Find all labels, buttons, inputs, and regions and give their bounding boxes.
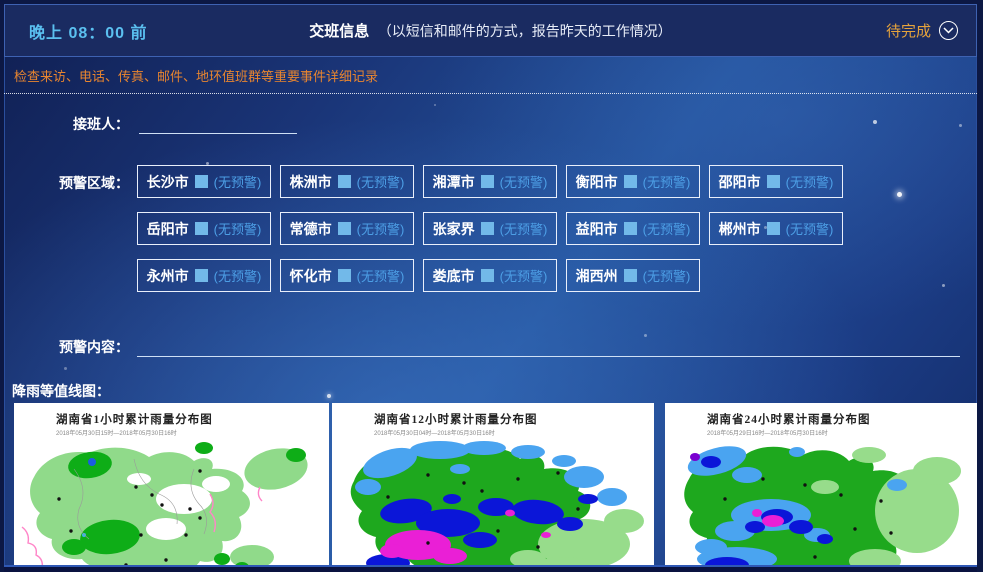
warning-content-label: 预警内容： — [4, 337, 129, 357]
city-name: 益阳市 — [576, 219, 618, 239]
header-title-group: 交班信息 （以短信和邮件的方式，报告昨天的工作情况） — [5, 20, 976, 41]
no-warning-label: (无预警) — [643, 172, 691, 191]
page-title: 交班信息 — [309, 23, 369, 40]
warning-area-label: 预警区域： — [4, 173, 129, 292]
city-grid: 长沙市 (无预警) 株洲市 (无预警) 湘潭市 (无预警) 衡阳市 — [137, 165, 843, 292]
city-box-zhangjiajie: 张家界 (无预警) — [423, 212, 557, 245]
city-row-3: 永州市 (无预警) 怀化市 (无预警) 娄底市 (无预警) 湘西州 — [137, 259, 843, 292]
rainfall-map-12h-image — [332, 439, 654, 569]
header-bar: 晚上 08：00 前 交班信息 （以短信和邮件的方式，报告昨天的工作情况） 待完… — [4, 4, 977, 57]
city-box-chenzhou: 郴州市 (无预警) — [709, 212, 843, 245]
rainfall-map-12h-panel: 湖南省12小时累计雨量分布图 2018年05月30日04时—2018年05月30… — [332, 403, 654, 569]
city-checkbox[interactable] — [338, 222, 351, 235]
shift-handover-panel: 晚上 08：00 前 交班信息 （以短信和邮件的方式，报告昨天的工作情况） 待完… — [0, 0, 983, 572]
city-box-yueyang: 岳阳市 (无预警) — [137, 212, 271, 245]
successor-field-row: 接班人： — [4, 114, 297, 134]
no-warning-label: (无预警) — [643, 266, 691, 285]
no-warning-label: (无预警) — [786, 172, 834, 191]
rainfall-maps-row: 湖南省1小时累计雨量分布图 2018年05月30日15时—2018年05月30日… — [4, 403, 977, 569]
city-checkbox[interactable] — [481, 222, 494, 235]
warning-content-input[interactable] — [137, 337, 960, 357]
map-title: 湖南省12小时累计雨量分布图 — [374, 411, 654, 427]
rainfall-map-24h-panel: 湖南省24小时累计雨量分布图 2018年05月29日16时—2018年05月30… — [665, 403, 979, 569]
rainfall-maps-label: 降雨等值线图： — [12, 381, 110, 401]
bottom-frame-bar — [0, 565, 983, 572]
rainfall-map-1h-image — [14, 439, 329, 569]
page-subtitle: （以短信和邮件的方式，报告昨天的工作情况） — [378, 23, 672, 39]
city-box-hengyang: 衡阳市 (无预警) — [566, 165, 700, 198]
city-checkbox[interactable] — [624, 222, 637, 235]
map-title: 湖南省1小时累计雨量分布图 — [56, 411, 329, 427]
corner-bracket-top-left — [2, 2, 15, 15]
no-warning-label: (无预警) — [786, 219, 834, 238]
rainfall-map-24h-image — [665, 439, 979, 569]
city-name: 怀化市 — [290, 266, 332, 286]
dotted-divider — [4, 93, 977, 94]
warning-content-row: 预警内容： — [4, 337, 977, 357]
city-checkbox[interactable] — [195, 175, 208, 188]
no-warning-label: (无预警) — [500, 266, 548, 285]
city-checkbox[interactable] — [195, 222, 208, 235]
city-name: 株洲市 — [290, 172, 332, 192]
city-name: 衡阳市 — [576, 172, 618, 192]
city-checkbox[interactable] — [195, 269, 208, 282]
city-box-yongzhou: 永州市 (无预警) — [137, 259, 271, 292]
rainfall-map-1h-panel: 湖南省1小时累计雨量分布图 2018年05月30日15时—2018年05月30日… — [14, 403, 329, 569]
city-row-1: 长沙市 (无预警) 株洲市 (无预警) 湘潭市 (无预警) 衡阳市 — [137, 165, 843, 198]
city-box-yiyang: 益阳市 (无预警) — [566, 212, 700, 245]
city-checkbox[interactable] — [481, 269, 494, 282]
city-name: 湘西州 — [576, 266, 618, 286]
city-name: 长沙市 — [147, 172, 189, 192]
city-checkbox[interactable] — [481, 175, 494, 188]
map-subtitle: 2018年05月30日04时—2018年05月30日16时 — [374, 428, 654, 437]
corner-bracket-top-right — [968, 2, 981, 15]
city-checkbox[interactable] — [338, 175, 351, 188]
city-box-changde: 常德市 (无预警) — [280, 212, 414, 245]
map-subtitle: 2018年05月30日15时—2018年05月30日16时 — [56, 428, 329, 437]
city-name: 湘潭市 — [433, 172, 475, 192]
no-warning-label: (无预警) — [214, 266, 262, 285]
city-box-xiangxi: 湘西州 (无预警) — [566, 259, 700, 292]
successor-label: 接班人： — [4, 114, 129, 134]
no-warning-label: (无预警) — [357, 266, 405, 285]
city-name: 娄底市 — [433, 266, 475, 286]
city-name: 郴州市 — [719, 219, 761, 239]
notice-text: 检查来访、电话、传真、邮件、地环值班群等重要事件详细记录 — [14, 66, 967, 85]
city-box-changsha: 长沙市 (无预警) — [137, 165, 271, 198]
no-warning-label: (无预警) — [214, 219, 262, 238]
no-warning-label: (无预警) — [357, 172, 405, 191]
no-warning-label: (无预警) — [500, 219, 548, 238]
city-name: 岳阳市 — [147, 219, 189, 239]
city-checkbox[interactable] — [338, 269, 351, 282]
city-checkbox[interactable] — [767, 175, 780, 188]
city-box-zhuzhou: 株洲市 (无预警) — [280, 165, 414, 198]
map-subtitle: 2018年05月29日16时—2018年05月30日16时 — [707, 428, 979, 437]
successor-input[interactable] — [139, 114, 297, 134]
city-name: 永州市 — [147, 266, 189, 286]
city-box-shaoyang: 邵阳市 (无预警) — [709, 165, 843, 198]
city-box-loudi: 娄底市 (无预警) — [423, 259, 557, 292]
city-name: 邵阳市 — [719, 172, 761, 192]
city-row-2: 岳阳市 (无预警) 常德市 (无预警) 张家界 (无预警) 益阳市 — [137, 212, 843, 245]
city-checkbox[interactable] — [624, 269, 637, 282]
city-name: 常德市 — [290, 219, 332, 239]
city-checkbox[interactable] — [767, 222, 780, 235]
city-box-xiangtan: 湘潭市 (无预警) — [423, 165, 557, 198]
map-title: 湖南省24小时累计雨量分布图 — [707, 411, 979, 427]
city-name: 张家界 — [433, 219, 475, 239]
no-warning-label: (无预警) — [500, 172, 548, 191]
no-warning-label: (无预警) — [357, 219, 405, 238]
city-checkbox[interactable] — [624, 175, 637, 188]
warning-area-row: 预警区域： 长沙市 (无预警) 株洲市 (无预警) 湘潭市 (无预警) — [4, 165, 843, 292]
no-warning-label: (无预警) — [643, 219, 691, 238]
city-box-huaihua: 怀化市 (无预警) — [280, 259, 414, 292]
no-warning-label: (无预警) — [214, 172, 262, 191]
